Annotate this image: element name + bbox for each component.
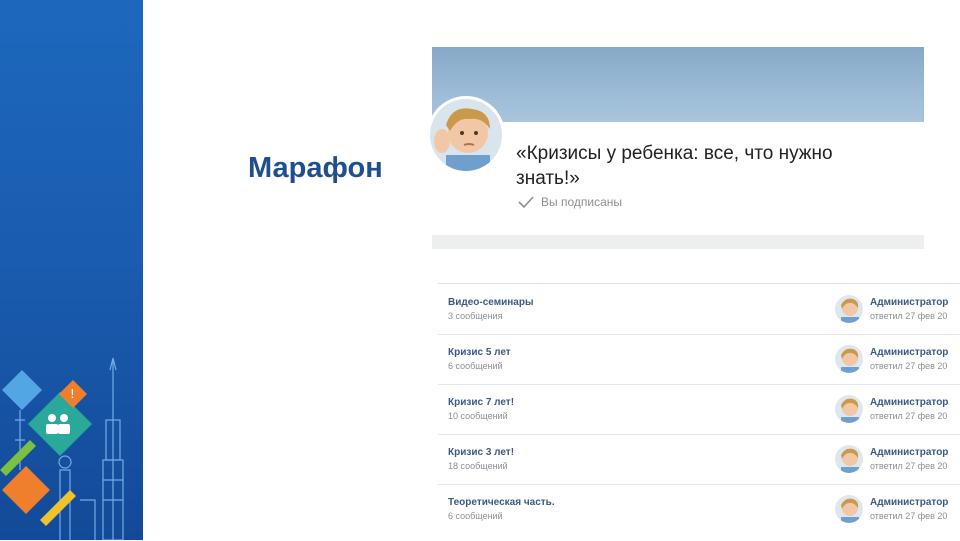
slide-title: Марафон <box>248 152 383 184</box>
topic-row[interactable]: Кризис 5 лет 6 сообщений Администратор о… <box>438 334 960 385</box>
author-name[interactable]: Администратор <box>870 447 948 458</box>
author-name[interactable]: Администратор <box>870 497 948 508</box>
topic-row[interactable]: Кризис 7 лет! 10 сообщений Администратор… <box>438 384 960 435</box>
topic-message-count: 10 сообщений <box>448 411 508 421</box>
avatar[interactable] <box>835 395 863 423</box>
discussion-topics-list: Видео-семинары 3 сообщения Администратор… <box>438 283 960 541</box>
group-header-card: «Кризисы у ребенка: все, что нужно знать… <box>430 47 924 249</box>
topic-row[interactable]: Видео-семинары 3 сообщения Администратор… <box>438 284 960 335</box>
checkmark-icon <box>518 196 534 208</box>
decorative-sidebar: ! <box>0 0 143 540</box>
topic-title[interactable]: Кризис 7 лет! <box>448 397 514 408</box>
group-cover <box>432 47 924 122</box>
author-name[interactable]: Администратор <box>870 297 948 308</box>
author-name[interactable]: Администратор <box>870 397 948 408</box>
group-name: «Кризисы у ребенка: все, что нужно знать… <box>516 143 833 189</box>
topic-row[interactable]: Кризис 3 лет! 18 сообщений Администратор… <box>438 434 960 485</box>
topic-row[interactable]: Теоретическая часть. 6 сообщений Админис… <box>438 484 960 534</box>
svg-text:!: ! <box>70 387 75 401</box>
last-reply-date: ответил 27 фев 20 <box>870 411 948 421</box>
avatar[interactable] <box>835 345 863 373</box>
last-reply-date: ответил 27 фев 20 <box>870 311 948 321</box>
last-reply-date: ответил 27 фев 20 <box>870 461 948 471</box>
topic-title[interactable]: Кризис 3 лет! <box>448 447 514 458</box>
avatar[interactable] <box>835 445 863 473</box>
last-reply-date: ответил 27 фев 20 <box>870 511 948 521</box>
last-reply-date: ответил 27 фев 20 <box>870 361 948 371</box>
topic-title[interactable]: Видео-семинары <box>448 297 534 308</box>
avatar[interactable] <box>835 495 863 523</box>
child-photo <box>430 99 502 171</box>
author-name[interactable]: Администратор <box>870 347 948 358</box>
avatar[interactable] <box>835 295 863 323</box>
topic-title[interactable]: Теоретическая часть. <box>448 497 555 508</box>
topic-message-count: 6 сообщений <box>448 361 503 371</box>
topic-message-count: 3 сообщения <box>448 311 503 321</box>
subscription-label: Вы подписаны <box>541 195 622 209</box>
city-illustration: ! <box>0 357 124 540</box>
topic-message-count: 6 сообщений <box>448 511 503 521</box>
group-avatar[interactable] <box>430 99 502 171</box>
topic-message-count: 18 сообщений <box>448 461 508 471</box>
section-divider <box>432 235 924 249</box>
topic-title[interactable]: Кризис 5 лет <box>448 347 511 358</box>
subscription-status[interactable]: Вы подписаны <box>518 195 622 209</box>
